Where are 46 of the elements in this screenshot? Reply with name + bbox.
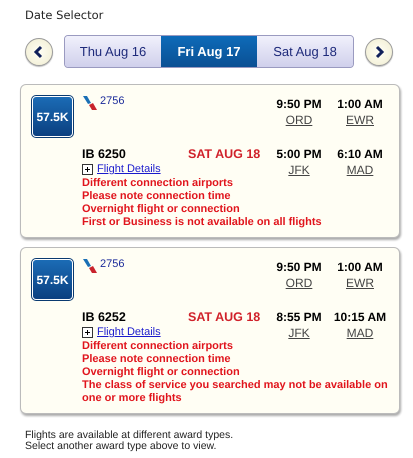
price-badge[interactable]: 57.5K [31, 95, 74, 138]
airport-link[interactable]: EWR [346, 276, 374, 290]
warning-text: Overnight flight or connection [82, 203, 241, 216]
warning-text: Please note connection time [82, 353, 232, 366]
flight-details-link[interactable]: Flight Details [97, 326, 161, 338]
airport-link[interactable]: EWR [346, 113, 374, 127]
airline-logo-icon [82, 258, 98, 274]
departure-time: 5:00 PM [276, 147, 322, 161]
price-badge[interactable]: 57.5K [31, 258, 74, 301]
departure-time: 9:50 PM [276, 260, 322, 274]
date-tab[interactable]: Thu Aug 16 [65, 36, 161, 67]
warning-text: First or Business is not available on all flights [82, 216, 323, 229]
info-note: Flights are available at different award types. [25, 430, 234, 441]
airport-link[interactable]: JFK [288, 326, 310, 340]
warning-text: Different connection airports [82, 177, 234, 190]
date-tab[interactable]: Fri Aug 17 [161, 36, 257, 67]
arrival-time: 1:00 AM [337, 97, 383, 111]
previous-date-button[interactable] [25, 38, 53, 66]
next-date-button[interactable] [365, 38, 393, 66]
airport-link[interactable]: MAD [346, 326, 374, 340]
section-title: Date Selector [25, 8, 104, 24]
flight-number: 2756 [100, 95, 124, 107]
date-tab[interactable]: Sat Aug 18 [257, 36, 353, 67]
warning-text: The class of service you searched may not be available on one or more flights [82, 379, 389, 405]
airport-link[interactable]: ORD [286, 113, 312, 127]
warning-text: Please note connection time [82, 190, 232, 203]
warning-text: Different connection airports [82, 340, 234, 353]
flight-details-link[interactable]: Flight Details [97, 163, 161, 175]
expand-icon[interactable] [82, 164, 93, 174]
flight-number: IB 6252 [82, 310, 126, 324]
flight-number: IB 6250 [82, 147, 126, 161]
airport-link[interactable]: ORD [286, 276, 312, 290]
arrival-time: 10:15 AM [334, 310, 386, 324]
flight-number: 2756 [100, 258, 124, 270]
departure-time: 8:55 PM [276, 310, 322, 324]
info-note: Select another award type above to view. [25, 441, 216, 452]
departure-time: 9:50 PM [276, 97, 322, 111]
arrival-time: 6:10 AM [337, 147, 383, 161]
airport-link[interactable]: MAD [346, 163, 374, 177]
expand-icon[interactable] [82, 326, 93, 338]
airline-logo-icon [82, 95, 98, 111]
arrival-date: SAT AUG 18 [188, 310, 260, 324]
arrival-date: SAT AUG 18 [188, 147, 260, 161]
arrival-time: 1:00 AM [337, 260, 383, 274]
warning-text: Overnight flight or connection [82, 366, 241, 379]
airport-link[interactable]: JFK [288, 163, 310, 177]
